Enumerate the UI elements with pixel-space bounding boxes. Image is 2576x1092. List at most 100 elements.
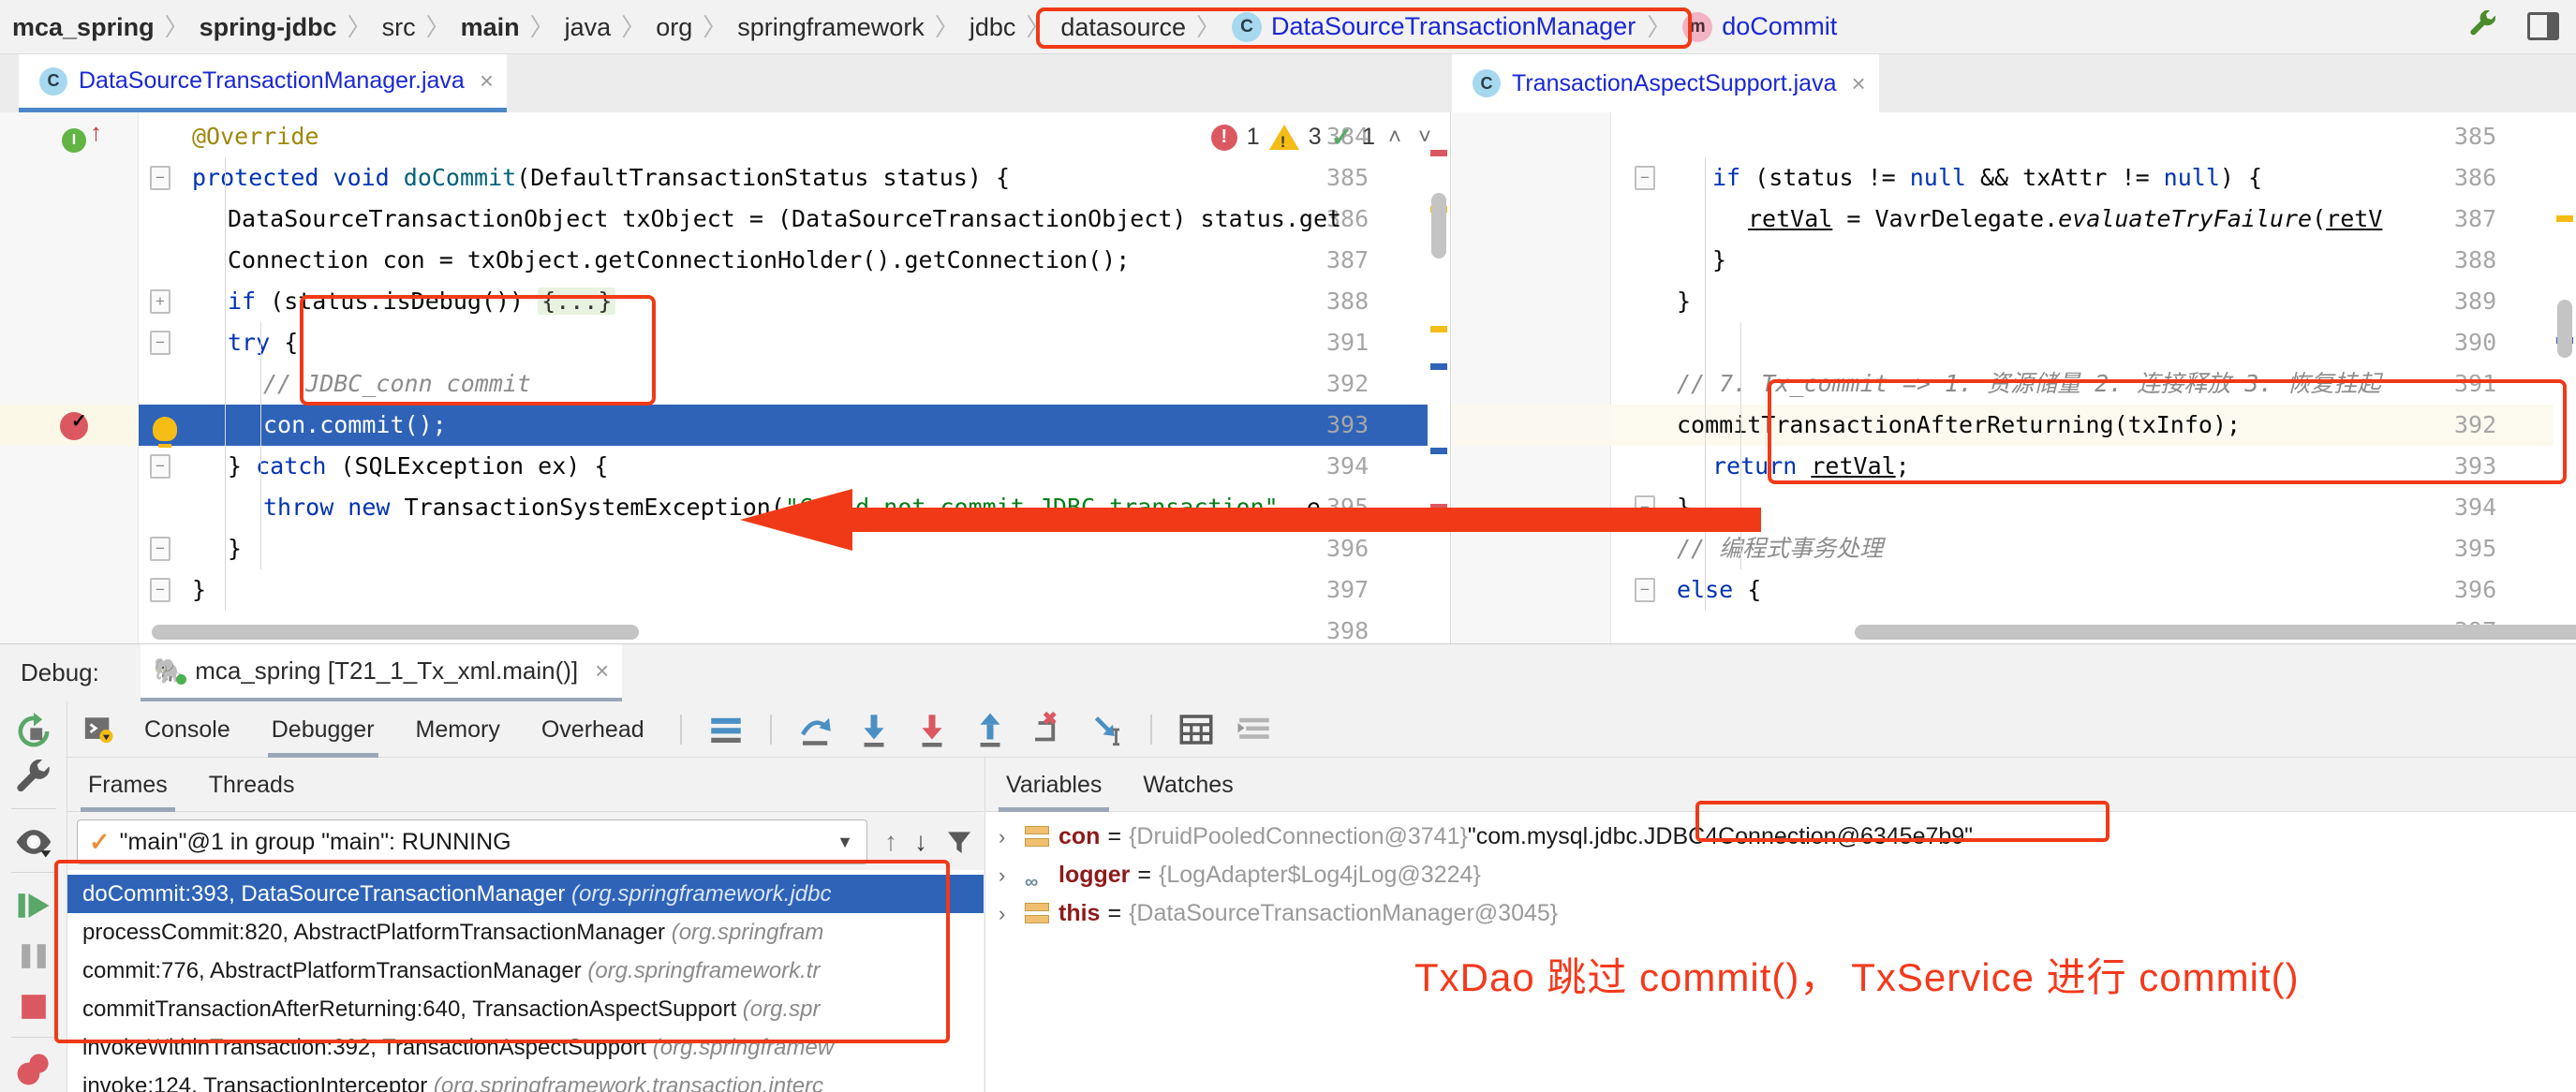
code-line[interactable]: Connection con = txObject.getConnectionH…: [0, 240, 1450, 281]
breadcrumb-item-main[interactable]: main: [452, 0, 528, 54]
code-line[interactable]: }: [1452, 281, 2576, 322]
variable-row[interactable]: › ∞ logger = {LogAdapter$Log4jLog@3224}: [985, 856, 2576, 894]
error-stripe-left[interactable]: [1428, 112, 1450, 643]
horizontal-scrollbar-left[interactable]: [152, 625, 639, 640]
frame-list-item[interactable]: invokeWithinTransaction:392, Transaction…: [67, 1028, 984, 1067]
expand-chevron-icon[interactable]: ›: [999, 894, 1025, 933]
frames-list[interactable]: doCommit:393, DataSourceTransactionManag…: [67, 875, 984, 1092]
editor-pane-left[interactable]: 384 @Override 385 protected void doCommit(D…: [0, 112, 1451, 643]
sort-up-icon[interactable]: ↑: [884, 827, 897, 857]
layout-icon[interactable]: [2527, 12, 2559, 40]
close-icon[interactable]: ×: [480, 66, 494, 96]
code-line[interactable]: commitTransactionAfterReturning(txInfo);: [1452, 405, 2576, 446]
step-into-icon[interactable]: [854, 710, 894, 749]
inspection-widget[interactable]: ! 1 ! 3 ✓ 1 ˄ ˅: [1210, 122, 1435, 153]
code-folding-icon[interactable]: +: [150, 289, 170, 314]
layout-settings-icon[interactable]: [706, 710, 746, 749]
drop-frame-icon[interactable]: [1029, 710, 1068, 749]
code-folding-icon[interactable]: −: [1635, 166, 1655, 190]
code-line[interactable]: } catch (SQLException ex) {: [0, 446, 1450, 487]
view-breakpoints-icon[interactable]: [13, 1048, 54, 1089]
breadcrumb-item-src[interactable]: src: [374, 0, 424, 54]
code-folding-icon[interactable]: −: [150, 537, 170, 561]
code-folding-icon[interactable]: −: [150, 578, 170, 602]
code-line[interactable]: if (status != null && txAttr != null) {: [1452, 157, 2576, 199]
console-icon[interactable]: [82, 714, 114, 745]
debug-session-tab[interactable]: 🐘 mca_spring [T21_1_Tx_xml.main()] ×: [140, 643, 623, 702]
intention-bulb-icon[interactable]: [153, 417, 177, 448]
filter-funnel-icon[interactable]: [944, 826, 974, 858]
breadcrumb-item-datasource[interactable]: datasource: [1052, 0, 1194, 54]
vertical-scrollbar-right[interactable]: [2557, 300, 2572, 358]
code-folding-icon[interactable]: −: [150, 454, 170, 479]
editor-pane-right[interactable]: 385 386 if (status != null && txAttr != nu…: [1452, 112, 2576, 643]
breadcrumb-item-springframework[interactable]: springframework: [729, 0, 933, 54]
code-line[interactable]: protected void doCommit(DefaultTransacti…: [0, 157, 1450, 199]
code-folding-icon[interactable]: −: [150, 331, 170, 355]
tab-variables[interactable]: Variables: [985, 758, 1122, 812]
evaluate-expression-icon[interactable]: [1177, 710, 1216, 749]
mute-breakpoints-eye-icon[interactable]: [13, 821, 54, 863]
code-line[interactable]: DataSourceTransactionObject txObject = (…: [0, 199, 1450, 240]
tab-threads[interactable]: Threads: [188, 758, 316, 812]
variables-list[interactable]: › con = {DruidPooledConnection@3741} "com.m…: [985, 812, 2576, 933]
frame-list-item[interactable]: invoke:124, TransactionInterceptor (org.…: [67, 1067, 984, 1092]
frame-list-item[interactable]: doCommit:393, DataSourceTransactionManag…: [67, 875, 984, 913]
tab-frames[interactable]: Frames: [67, 758, 188, 812]
breadcrumb-item-method[interactable]: m doCommit: [1673, 11, 1846, 42]
expand-chevron-icon[interactable]: ›: [999, 856, 1025, 894]
code-line[interactable]: con.commit();: [0, 405, 1450, 446]
resume-program-icon[interactable]: [13, 885, 54, 926]
code-line[interactable]: }: [1452, 240, 2576, 281]
breadcrumb-item-java[interactable]: java: [556, 0, 620, 54]
tab-overhead[interactable]: Overhead: [521, 701, 665, 758]
close-icon[interactable]: ×: [1851, 69, 1865, 98]
thread-selector[interactable]: ✓ "main"@1 in group "main": RUNNING ▼: [77, 819, 867, 864]
tab-memory[interactable]: Memory: [395, 701, 521, 758]
error-stripe-right[interactable]: [2554, 112, 2576, 643]
code-line[interactable]: try {: [0, 322, 1450, 363]
code-folding-icon[interactable]: −: [150, 166, 170, 190]
frame-list-item[interactable]: processCommit:820, AbstractPlatformTrans…: [67, 913, 984, 952]
run-method-icon[interactable]: I: [62, 128, 86, 153]
code-line[interactable]: // 7. Tx_commit => 1. 资源储量 2. 连接释放 3. 恢复…: [1452, 363, 2576, 405]
run-to-cursor-icon[interactable]: [1087, 710, 1126, 749]
pause-program-icon[interactable]: [13, 936, 54, 977]
breadcrumb-item-jdbc[interactable]: jdbc: [961, 0, 1025, 54]
expand-chevron-icon[interactable]: ›: [999, 818, 1025, 856]
chevron-down-icon[interactable]: ▼: [836, 833, 853, 852]
prev-problem-icon[interactable]: ˄: [1384, 125, 1405, 151]
breadcrumb-item-mca-spring[interactable]: mca_spring: [4, 0, 163, 54]
rerun-icon[interactable]: [13, 711, 54, 752]
step-out-icon[interactable]: [970, 710, 1010, 749]
tab-watches[interactable]: Watches: [1122, 758, 1253, 812]
close-icon[interactable]: ×: [595, 657, 609, 686]
next-problem-icon[interactable]: ˅: [1414, 125, 1435, 151]
breadcrumb-item-class[interactable]: C DataSourceTransactionManager: [1222, 11, 1645, 42]
code-line[interactable]: // JDBC_conn commit: [0, 363, 1450, 405]
sort-down-icon[interactable]: ↓: [914, 827, 927, 857]
code-line[interactable]: }: [0, 569, 1450, 611]
breadcrumb-item-org[interactable]: org: [647, 0, 701, 54]
code-line[interactable]: if (status.isDebug()) {...}: [0, 281, 1450, 322]
variable-row[interactable]: › con = {DruidPooledConnection@3741} "com.m…: [985, 818, 2576, 856]
frame-list-item[interactable]: commit:776, AbstractPlatformTransactionM…: [67, 952, 984, 990]
threads-view-icon[interactable]: [1235, 710, 1274, 749]
force-step-into-icon[interactable]: [912, 710, 952, 749]
step-over-icon[interactable]: [796, 710, 836, 749]
settings-wrench-icon[interactable]: [13, 760, 54, 801]
code-line[interactable]: retVal = VavrDelegate.evaluateTryFailure…: [1452, 199, 2576, 240]
tab-transactionaspectsupport[interactable]: C TransactionAspectSupport.java ×: [1452, 54, 1879, 112]
code-line[interactable]: else {: [1452, 569, 2576, 611]
stop-icon[interactable]: [13, 986, 54, 1027]
horizontal-scrollbar-right[interactable]: [1855, 625, 2576, 640]
tab-debugger[interactable]: Debugger: [251, 701, 395, 758]
vertical-scrollbar-left[interactable]: [1431, 193, 1446, 258]
variable-row[interactable]: › this = {DataSourceTransactionManager@3045…: [985, 894, 2576, 933]
code-line[interactable]: return retVal;: [1452, 446, 2576, 487]
tab-console[interactable]: Console: [124, 701, 251, 758]
wrench-icon[interactable]: [2467, 10, 2499, 42]
tab-datasourcetransactionmanager[interactable]: C DataSourceTransactionManager.java ×: [19, 54, 507, 112]
breadcrumb-item-spring-jdbc[interactable]: spring-jdbc: [191, 0, 346, 54]
frame-list-item[interactable]: commitTransactionAfterReturning:640, Tra…: [67, 990, 984, 1028]
